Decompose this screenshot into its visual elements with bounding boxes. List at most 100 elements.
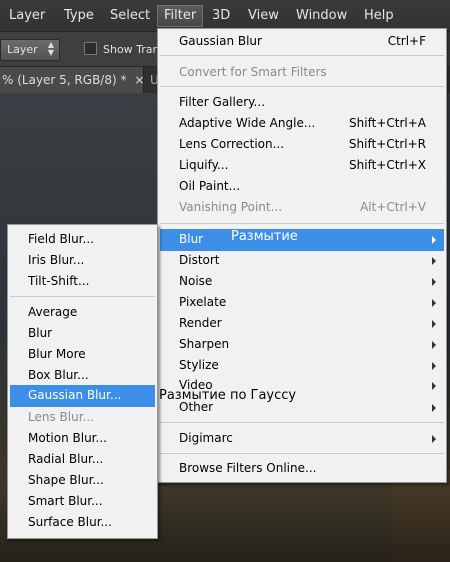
menu-item-label: Convert for Smart Filters (179, 65, 327, 79)
annotation-blur-russian: Размытие (231, 229, 298, 244)
menu-item-blur[interactable]: Blur (160, 229, 444, 251)
menu-item-label: Smart Blur... (28, 494, 103, 508)
menu-filter[interactable]: Filter (157, 5, 204, 27)
auto-select-value: Layer (7, 43, 38, 56)
menu-item-last-filter[interactable]: Gaussian Blur Ctrl+F (158, 31, 446, 52)
menu-item-surface-blur[interactable]: Surface Blur... (8, 512, 157, 533)
menu-item-label: Average (28, 305, 78, 319)
auto-select-dropdown[interactable]: Layer ▲ ▼ (0, 39, 60, 61)
show-transform-label: Show Tran (103, 43, 160, 56)
submenu-arrow-icon (432, 362, 436, 370)
menu-item-label: Blur (28, 326, 53, 340)
menu-item-label: Iris Blur... (28, 253, 85, 267)
menu-item-box-blur[interactable]: Box Blur... (8, 365, 157, 386)
menu-item-label: Blur (179, 232, 204, 246)
menu-item-label: Shape Blur... (28, 473, 104, 487)
menu-3d[interactable]: 3D (212, 8, 230, 23)
menu-item-vanishing-point: Vanishing Point... Alt+Ctrl+V (158, 197, 446, 218)
submenu-arrow-icon (432, 257, 436, 265)
menu-item-browse-filters-online[interactable]: Browse Filters Online... (158, 458, 446, 479)
menu-item-label: Tilt-Shift... (28, 274, 90, 288)
menu-item-average[interactable]: Average (8, 302, 157, 323)
menu-item-label: Digimarc (179, 431, 233, 445)
menu-item-radial-blur[interactable]: Radial Blur... (8, 449, 157, 470)
close-icon[interactable]: × (134, 73, 143, 87)
menu-item-tilt-shift[interactable]: Tilt-Shift... (8, 271, 157, 292)
separator (160, 453, 444, 454)
menu-item-adaptive-wide-angle[interactable]: Adaptive Wide Angle... Shift+Ctrl+A (158, 113, 446, 134)
blur-submenu: Field Blur... Iris Blur... Tilt-Shift...… (7, 224, 158, 539)
menu-item-motion-blur[interactable]: Motion Blur... (8, 428, 157, 449)
submenu-arrow-icon (432, 404, 436, 412)
menu-item-label: Gaussian Blur... (28, 388, 122, 402)
submenu-arrow-icon (432, 299, 436, 307)
menu-item-stylize[interactable]: Stylize (158, 355, 446, 376)
menu-item-label: Radial Blur... (28, 452, 104, 466)
menu-item-digimarc[interactable]: Digimarc (158, 428, 446, 449)
menu-bar: Layer Type Select Filter 3D View Window … (0, 0, 450, 31)
submenu-arrow-icon (432, 236, 436, 244)
menu-item-label: Browse Filters Online... (179, 461, 317, 475)
menu-item-label: Sharpen (179, 337, 230, 351)
menu-item-label: Adaptive Wide Angle... (179, 116, 316, 130)
menu-item-sharpen[interactable]: Sharpen (158, 334, 446, 355)
menu-item-liquify[interactable]: Liquify... Shift+Ctrl+X (158, 155, 446, 176)
menu-item-smart-blur[interactable]: Smart Blur... (8, 491, 157, 512)
menu-item-lens-blur: Lens Blur... (8, 407, 157, 428)
menu-item-label: Filter Gallery... (179, 95, 266, 109)
spinner-arrows-icon: ▲ ▼ (47, 40, 54, 57)
menu-type[interactable]: Type (64, 8, 94, 23)
menu-item-pixelate[interactable]: Pixelate (158, 292, 446, 313)
menu-item-noise[interactable]: Noise (158, 271, 446, 292)
separator (160, 223, 444, 224)
submenu-arrow-icon (432, 341, 436, 349)
filter-menu: Gaussian Blur Ctrl+F Convert for Smart F… (157, 28, 447, 483)
menu-item-label: Gaussian Blur (179, 34, 262, 48)
menu-select[interactable]: Select (110, 8, 150, 23)
menu-item-label: Stylize (179, 358, 219, 372)
submenu-arrow-icon (432, 435, 436, 443)
menu-item-shortcut: Ctrl+F (387, 34, 426, 48)
menu-item-label: Render (179, 316, 222, 330)
menu-item-label: Blur More (28, 347, 86, 361)
menu-item-field-blur[interactable]: Field Blur... (8, 229, 157, 250)
submenu-arrow-icon (432, 382, 436, 390)
menu-item-shortcut: Shift+Ctrl+X (349, 158, 426, 172)
menu-item-shortcut: Shift+Ctrl+A (349, 116, 426, 130)
menu-item-label: Box Blur... (28, 368, 89, 382)
menu-item-label: Motion Blur... (28, 431, 107, 445)
menu-item-distort[interactable]: Distort (158, 250, 446, 271)
menu-item-iris-blur[interactable]: Iris Blur... (8, 250, 157, 271)
menu-item-label: Distort (179, 253, 220, 267)
separator (10, 296, 155, 297)
menu-layer[interactable]: Layer (9, 8, 45, 23)
document-tab[interactable]: % (Layer 5, RGB/8) * × (0, 67, 144, 93)
separator (160, 55, 444, 56)
menu-item-convert-smart-filters: Convert for Smart Filters (158, 62, 446, 83)
menu-item-lens-correction[interactable]: Lens Correction... Shift+Ctrl+R (158, 134, 446, 155)
separator (160, 422, 444, 423)
menu-view[interactable]: View (248, 8, 279, 23)
show-transform-checkbox[interactable] (84, 42, 97, 55)
menu-help[interactable]: Help (364, 8, 394, 23)
menu-item-gaussian-blur[interactable]: Gaussian Blur... (10, 385, 155, 407)
menu-item-render[interactable]: Render (158, 313, 446, 334)
menu-window[interactable]: Window (296, 8, 347, 23)
menu-item-label: Surface Blur... (28, 515, 112, 529)
menu-item-label: Lens Correction... (179, 137, 285, 151)
menu-item-blur[interactable]: Blur (8, 323, 157, 344)
menu-item-label: Noise (179, 274, 213, 288)
menu-item-shape-blur[interactable]: Shape Blur... (8, 470, 157, 491)
menu-item-label: Liquify... (179, 158, 229, 172)
submenu-arrow-icon (432, 320, 436, 328)
menu-item-label: Lens Blur... (28, 410, 94, 424)
canvas-image-building (390, 470, 450, 562)
menu-item-label: Field Blur... (28, 232, 94, 246)
menu-item-blur-more[interactable]: Blur More (8, 344, 157, 365)
document-tab-title: % (Layer 5, RGB/8) * (2, 73, 127, 87)
annotation-gaussian-blur-russian: Размытие по Гауссу (159, 388, 297, 403)
menu-item-shortcut: Alt+Ctrl+V (360, 200, 426, 214)
menu-item-filter-gallery[interactable]: Filter Gallery... (158, 92, 446, 113)
submenu-arrow-icon (432, 278, 436, 286)
menu-item-oil-paint[interactable]: Oil Paint... (158, 176, 446, 197)
